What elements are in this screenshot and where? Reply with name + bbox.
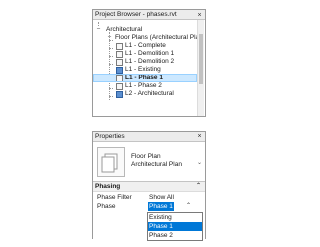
tree-item-floor-plans[interactable]: − Floor Plans (Architectural Pla [93,34,197,42]
floor-plan-view-icon [116,43,123,50]
close-icon[interactable]: × [196,133,203,140]
tree-item-label: Architectural [106,26,143,33]
type-name: Floor Plan Architectural Plan [131,153,182,169]
floor-plan-view-icon [116,75,123,81]
tree-item-label: L1 - Phase 2 [125,82,162,89]
section-title: Phasing [95,183,121,190]
vertical-scrollbar[interactable] [197,20,204,116]
dropdown-option-selected[interactable]: Phase 1 [148,222,202,231]
project-browser-panel: Project Browser - phases.rvt × − Archite… [92,9,206,117]
project-browser-tree: − Architectural − Floor Plans (Architect… [93,20,205,116]
chevron-up-icon[interactable]: ⌃ [186,202,191,211]
floor-plan-view-icon [116,59,123,66]
collapse-section-icon[interactable]: ⌃ [196,182,201,191]
type-type-label: Architectural Plan [131,161,182,168]
floor-plan-view-icon [116,83,123,90]
project-browser-title: Project Browser - phases.rvt [95,11,177,18]
project-browser-titlebar: Project Browser - phases.rvt × [93,10,205,20]
tree-item-label: L2 - Architectural [125,90,174,97]
tree-item-label: L1 - Demolition 2 [125,58,175,65]
properties-title: Properties [95,133,125,140]
tree-item-architectural[interactable]: − Architectural [93,26,197,34]
close-icon[interactable]: × [196,11,203,19]
dropdown-option[interactable]: Existing [148,213,202,222]
tree-item-label: L1 - Phase 1 [125,74,163,81]
floor-plan-view-icon [116,91,123,98]
property-name: Phase [97,203,116,210]
chevron-down-icon[interactable]: ⌄ [197,159,202,166]
tree-item-view-selected[interactable]: L1 - Phase 1 [93,74,197,82]
tree-item-label: Floor Plans (Architectural Pla [115,34,197,41]
collapse-toggle-icon[interactable]: − [96,26,101,34]
scrollbar-thumb[interactable] [199,34,203,84]
tree-item-view[interactable]: L1 - Demolition 2 [93,58,197,66]
floor-plan-view-icon [116,67,123,74]
type-selector[interactable]: Floor Plan Architectural Plan ⌄ [93,142,205,182]
tree-item-label: L1 - Demolition 1 [125,50,175,57]
property-name: Phase Filter [97,194,132,201]
tree-item-label: L1 - Complete [125,42,166,49]
properties-panel: Properties × Floor Plan Architectural Pl… [92,131,206,241]
tree-item-label: L1 - Existing [125,66,161,73]
property-row-phase[interactable]: Phase Phase 1 ⌃ [93,202,205,211]
tree-item-view[interactable]: L1 - Existing [93,66,197,74]
collapse-toggle-icon[interactable]: − [107,34,112,42]
dropdown-option[interactable]: Phase 2 [148,231,202,240]
property-value[interactable]: Show All [149,193,174,202]
phasing-section-header[interactable]: Phasing ⌃ [93,182,205,192]
tree-item-view[interactable]: L1 - Demolition 1 [93,50,197,58]
floor-plan-view-icon [116,51,123,58]
floor-plan-type-icon [97,147,125,177]
properties-titlebar: Properties × [93,132,205,142]
property-row-phase-filter[interactable]: Phase Filter Show All [93,193,205,202]
phase-select[interactable]: Phase 1 [148,202,174,211]
tree-item-view[interactable]: L2 - Architectural [93,90,197,98]
phase-dropdown-list: Existing Phase 1 Phase 2 [147,212,203,241]
type-family-label: Floor Plan [131,153,161,160]
tree-item-view[interactable]: L1 - Complete [93,42,197,50]
tree-item-view[interactable]: L1 - Phase 2 [93,82,197,90]
